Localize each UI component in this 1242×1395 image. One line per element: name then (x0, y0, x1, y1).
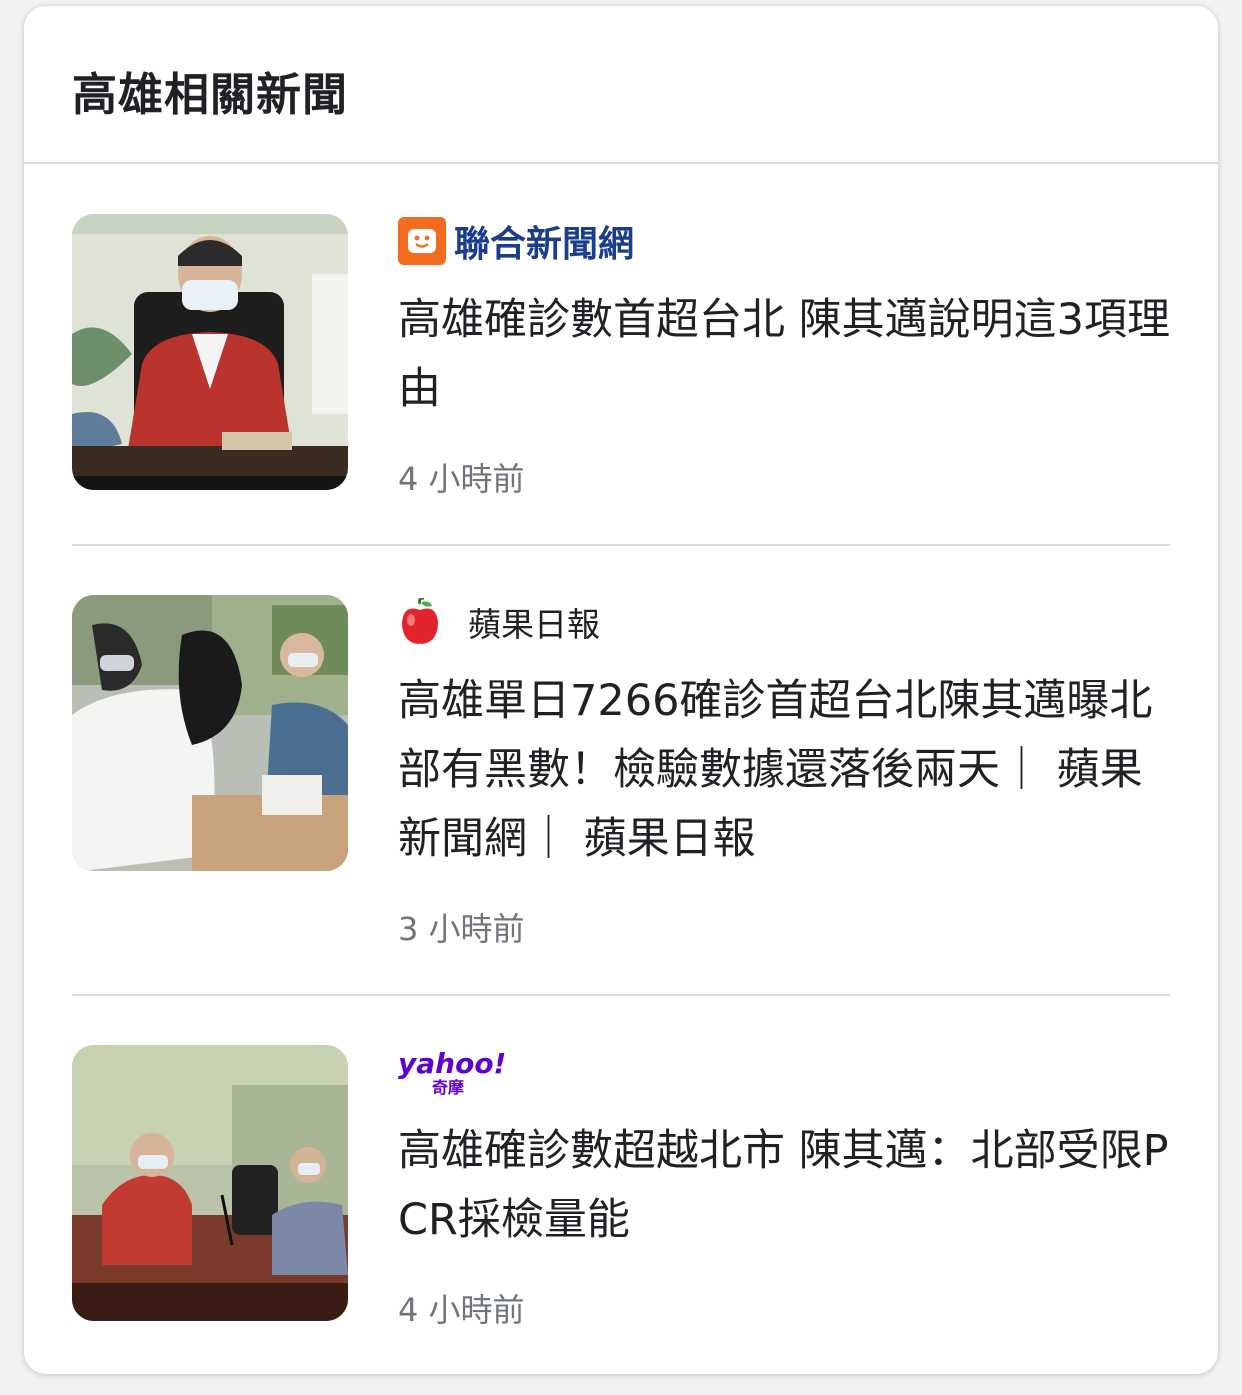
card-title: 高雄相關新聞 (72, 68, 349, 121)
news-source: yahoo! 奇摩 (398, 1045, 1178, 1099)
news-content: 聯合新聞網 高雄確診數首超台北 陳其邁說明這3項理由 4 小時前 (398, 214, 1178, 500)
news-headline[interactable]: 高雄單日7266確診首超台北陳其邁曝北部有黑數！檢驗數據還落後兩天｜ 蘋果新聞網… (398, 667, 1178, 874)
news-timestamp: 4 小時前 (398, 1291, 525, 1329)
news-source: 蘋果日報 (398, 595, 1178, 649)
news-timestamp: 3 小時前 (398, 910, 525, 948)
card-header: 高雄相關新聞 (24, 6, 1218, 164)
apple-daily-logo-icon (402, 598, 438, 644)
yahoo-logo-sub: 奇摩 (432, 1078, 464, 1097)
yahoo-logo-icon: yahoo! 奇摩 (398, 1047, 506, 1097)
udn-logo-icon (398, 217, 446, 265)
item-divider (72, 994, 1170, 996)
item-divider (72, 544, 1170, 546)
news-headline[interactable]: 高雄確診數首超台北 陳其邁說明這3項理由 (398, 286, 1178, 424)
news-content: yahoo! 奇摩 高雄確診數超越北市 陳其邁：北部受限PCR採檢量能 4 小時… (398, 1045, 1178, 1331)
source-name: 聯合新聞網 (454, 224, 635, 265)
news-headline[interactable]: 高雄確診數超越北市 陳其邁：北部受限PCR採檢量能 (398, 1117, 1178, 1255)
yahoo-logo-text: yahoo! (398, 1047, 506, 1080)
news-source: 聯合新聞網 (398, 214, 1178, 268)
news-thumbnail[interactable] (72, 595, 348, 871)
news-timestamp: 4 小時前 (398, 460, 525, 498)
news-content: 蘋果日報 高雄單日7266確診首超台北陳其邁曝北部有黑數！檢驗數據還落後兩天｜ … (398, 595, 1178, 950)
news-thumbnail[interactable] (72, 1045, 348, 1321)
news-item[interactable]: 聯合新聞網 高雄確診數首超台北 陳其邁說明這3項理由 4 小時前 (72, 214, 1170, 498)
news-item[interactable]: 蘋果日報 高雄單日7266確診首超台北陳其邁曝北部有黑數！檢驗數據還落後兩天｜ … (72, 595, 1170, 948)
news-item[interactable]: yahoo! 奇摩 高雄確診數超越北市 陳其邁：北部受限PCR採檢量能 4 小時… (72, 1045, 1170, 1335)
news-thumbnail[interactable] (72, 214, 348, 490)
source-name: 蘋果日報 (468, 605, 600, 644)
related-news-card: 高雄相關新聞 聯合新聞網 高雄確診數首超台北 陳其邁說明這3項理由 4 小時前 … (24, 6, 1218, 1374)
